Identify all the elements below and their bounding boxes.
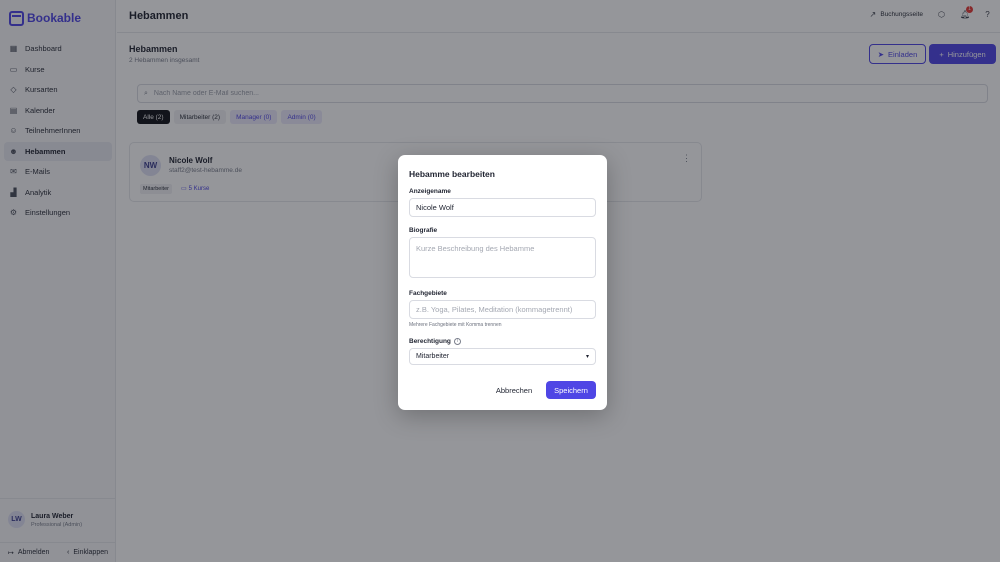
info-icon[interactable]: i (453, 338, 461, 345)
specialties-label: Fachgebiete (409, 290, 447, 297)
chevron-down-icon: ▾ (585, 354, 589, 360)
specialties-help-text: Mehrere Fachgebiete mit Komma trennen (409, 322, 502, 328)
permission-select[interactable]: Mitarbeiter ▾ (409, 348, 596, 365)
specialties-input[interactable] (409, 300, 596, 319)
save-button[interactable]: Speichern (546, 381, 596, 399)
bio-textarea[interactable] (409, 237, 596, 278)
bio-label: Biografie (409, 227, 438, 234)
edit-midwife-dialog: Hebamme bearbeiten Anzeigename Biografie… (398, 155, 607, 410)
cancel-button[interactable]: Abbrechen (490, 381, 538, 399)
permission-label: Berechtigung (409, 338, 451, 345)
display-name-input[interactable] (409, 198, 596, 217)
permission-value: Mitarbeiter (416, 353, 450, 360)
display-name-label: Anzeigename (409, 188, 451, 195)
dialog-title: Hebamme bearbeiten (409, 169, 495, 179)
permission-label-row: Berechtigung i (409, 338, 461, 345)
